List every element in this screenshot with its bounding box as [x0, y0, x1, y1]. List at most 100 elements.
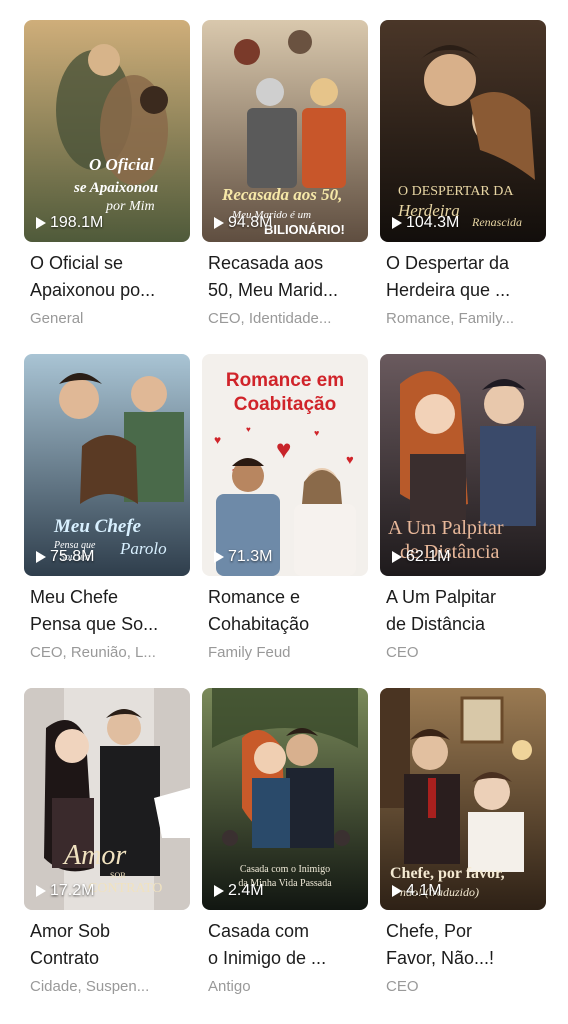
- drama-tags: Family Feud: [208, 644, 291, 661]
- drama-title-line2: Apaixonou po...: [30, 280, 156, 300]
- drama-card[interactable]: Casada com o Inimigo da Minha Vida Passa…: [202, 688, 368, 1008]
- drama-tags: CEO: [386, 644, 419, 661]
- drama-title[interactable]: Recasada aos 50, Meu Marid...: [202, 250, 368, 304]
- drama-title-line2: de Distância: [386, 614, 486, 634]
- svg-text:O DESPERTAR DA: O DESPERTAR DA: [398, 184, 514, 199]
- view-count-text: 4.1M: [406, 882, 442, 899]
- view-count-text: 94.8M: [228, 214, 273, 231]
- drama-cover[interactable]: Recasada aos 50, Meu Marido é um BILIONÁ…: [202, 20, 368, 242]
- svg-text:♥: ♥: [276, 434, 291, 464]
- drama-cover[interactable]: O Oficial se Apaixonou por Mim 198.1M: [24, 20, 190, 242]
- view-count: 104.3M: [392, 214, 459, 232]
- drama-title[interactable]: Meu Chefe Pensa que So...: [24, 584, 190, 638]
- view-count: 75.8M: [36, 548, 94, 566]
- cover-art-image: O DESPERTAR DA Herdeira Renascida: [380, 20, 546, 242]
- svg-text:Parolo: Parolo: [119, 539, 167, 558]
- drama-title-line1: A Um Palpitar: [386, 587, 497, 607]
- play-icon: [392, 885, 402, 897]
- svg-text:Renascida: Renascida: [471, 215, 522, 229]
- drama-title-line1: Meu Chefe: [30, 587, 119, 607]
- drama-title[interactable]: O Despertar da Herdeira que ...: [380, 250, 546, 304]
- svg-text:Coabitação: Coabitação: [234, 394, 336, 415]
- drama-tags: General: [30, 310, 84, 327]
- play-icon: [36, 217, 46, 229]
- view-count: 17.2M: [36, 882, 94, 900]
- view-count-text: 17.2M: [50, 882, 95, 899]
- drama-title[interactable]: Casada com o Inimigo de ...: [202, 918, 368, 972]
- drama-title-line1: O Despertar da: [386, 253, 510, 273]
- drama-card[interactable]: Amor SOB CONTRATO 17.2M Amor Sob Contrat…: [24, 688, 190, 1008]
- svg-text:por Mim: por Mim: [105, 199, 155, 214]
- cover-art-image: A Um Palpitar de Distância: [380, 354, 546, 576]
- drama-cover[interactable]: Casada com o Inimigo da Minha Vida Passa…: [202, 688, 368, 910]
- drama-title-line2: o Inimigo de ...: [208, 948, 327, 968]
- view-count-text: 75.8M: [50, 548, 95, 565]
- drama-title-line2: Favor, Não...!: [386, 948, 495, 968]
- view-count-text: 2.4M: [228, 882, 264, 899]
- drama-title-line2: Pensa que So...: [30, 614, 159, 634]
- drama-cover[interactable]: Romance em Coabitação ♥ ♥ ♥ ♥ ♥ ♥ 71.3M: [202, 354, 368, 576]
- drama-title[interactable]: Amor Sob Contrato: [24, 918, 190, 972]
- drama-tags: CEO, Identidade...: [208, 310, 332, 327]
- svg-text:Chefe, por favor,: Chefe, por favor,: [390, 865, 505, 882]
- svg-text:CONTRATO: CONTRATO: [88, 881, 162, 896]
- drama-title[interactable]: Chefe, Por Favor, Não...!: [380, 918, 546, 972]
- drama-title-line1: Amor Sob: [30, 921, 111, 941]
- svg-text:Meu Chefe: Meu Chefe: [53, 516, 142, 537]
- svg-text:♥: ♥: [246, 425, 251, 434]
- cover-art-image: Casada com o Inimigo da Minha Vida Passa…: [202, 688, 368, 910]
- drama-cover[interactable]: Chefe, por favor, não! (traduzido) 4.1M: [380, 688, 546, 910]
- drama-cover[interactable]: Amor SOB CONTRATO 17.2M: [24, 688, 190, 910]
- drama-title-line1: O Oficial se: [30, 253, 124, 273]
- drama-card[interactable]: A Um Palpitar de Distância 62.1M A Um Pa…: [380, 354, 546, 674]
- cover-art-image: O Oficial se Apaixonou por Mim: [24, 20, 190, 242]
- drama-title-line2: Cohabitação: [208, 614, 310, 634]
- drama-title-line1: Recasada aos: [208, 253, 324, 273]
- drama-title-line1: Casada com: [208, 921, 310, 941]
- view-count-text: 198.1M: [50, 214, 104, 231]
- cover-art-image: Meu Chefe Pensa que Sou um Parolo: [24, 354, 190, 576]
- drama-card[interactable]: O Oficial se Apaixonou por Mim 198.1M O …: [24, 20, 190, 340]
- drama-cover[interactable]: A Um Palpitar de Distância 62.1M: [380, 354, 546, 576]
- svg-text:♥: ♥: [314, 428, 319, 438]
- play-icon: [214, 551, 224, 563]
- drama-title[interactable]: A Um Palpitar de Distância: [380, 584, 546, 638]
- drama-card[interactable]: O DESPERTAR DA Herdeira Renascida 104.3M…: [380, 20, 546, 340]
- play-icon: [214, 217, 224, 229]
- drama-title[interactable]: O Oficial se Apaixonou po...: [24, 250, 190, 304]
- play-icon: [392, 217, 402, 229]
- drama-card[interactable]: Meu Chefe Pensa que Sou um Parolo 75.8M …: [24, 354, 190, 674]
- drama-title-line2: Contrato: [30, 948, 100, 968]
- cover-art-image: Romance em Coabitação ♥ ♥ ♥ ♥ ♥ ♥: [202, 354, 368, 576]
- drama-card[interactable]: Romance em Coabitação ♥ ♥ ♥ ♥ ♥ ♥ 71.3M: [202, 354, 368, 674]
- drama-tags: Romance, Family...: [386, 310, 515, 327]
- svg-text:Amor: Amor: [62, 840, 126, 871]
- svg-text:se Apaixonou: se Apaixonou: [73, 180, 158, 196]
- svg-text:Romance em: Romance em: [226, 370, 344, 391]
- view-count: 4.1M: [392, 882, 442, 900]
- view-count: 71.3M: [214, 548, 272, 566]
- play-icon: [36, 551, 46, 563]
- view-count: 2.4M: [214, 882, 264, 900]
- drama-card[interactable]: Chefe, por favor, não! (traduzido) 4.1M …: [380, 688, 546, 1008]
- cover-art-image: Recasada aos 50, Meu Marido é um BILIONÁ…: [202, 20, 368, 242]
- drama-grid: O Oficial se Apaixonou por Mim 198.1M O …: [24, 20, 546, 1008]
- view-count-text: 62.1M: [406, 548, 451, 565]
- svg-text:Casada com o Inimigo: Casada com o Inimigo: [240, 864, 330, 875]
- svg-text:O Oficial: O Oficial: [89, 155, 154, 174]
- drama-title-line2: Herdeira que ...: [386, 280, 511, 300]
- svg-text:Recasada aos 50,: Recasada aos 50,: [221, 185, 342, 204]
- drama-cover[interactable]: Meu Chefe Pensa que Sou um Parolo 75.8M: [24, 354, 190, 576]
- view-count: 62.1M: [392, 548, 450, 566]
- cover-art-image: Chefe, por favor, não! (traduzido): [380, 688, 546, 910]
- drama-tags: CEO: [386, 978, 419, 995]
- drama-tags: Antigo: [208, 978, 251, 995]
- play-icon: [36, 885, 46, 897]
- svg-text:BILIONÁRIO!: BILIONÁRIO!: [264, 222, 345, 237]
- cover-art-image: Amor SOB CONTRATO: [24, 688, 190, 910]
- drama-title[interactable]: Romance e Cohabitação: [202, 584, 368, 638]
- drama-card[interactable]: Recasada aos 50, Meu Marido é um BILIONÁ…: [202, 20, 368, 340]
- drama-cover[interactable]: O DESPERTAR DA Herdeira Renascida 104.3M: [380, 20, 546, 242]
- view-count-text: 71.3M: [228, 548, 273, 565]
- svg-text:♥: ♥: [214, 433, 221, 447]
